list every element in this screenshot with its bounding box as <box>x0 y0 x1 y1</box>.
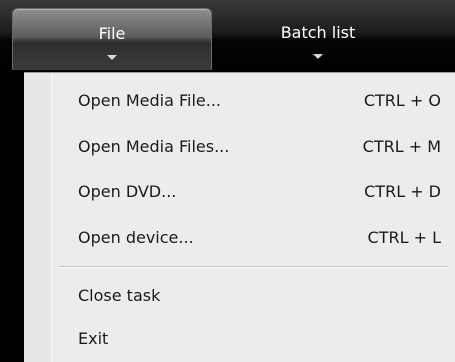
menu-icon-gutter <box>24 73 52 362</box>
menu-tab-bar: File Batch list <box>0 0 455 72</box>
app-window: File Batch list Open Media File... CTRL … <box>0 0 455 362</box>
menu-item-label: Open Media File... <box>78 91 221 110</box>
tab-batch-list[interactable]: Batch list <box>218 8 418 70</box>
background-panel <box>0 72 24 362</box>
menu-item-close-task[interactable]: Close task <box>52 278 449 314</box>
tab-batch-list-label: Batch list <box>280 23 356 42</box>
menu-separator <box>58 266 449 268</box>
menu-item-shortcut: CTRL + D <box>364 182 441 201</box>
menu-item-open-media-file[interactable]: Open Media File... CTRL + O <box>52 83 449 119</box>
menu-item-open-dvd[interactable]: Open DVD... CTRL + D <box>52 174 449 210</box>
menu-item-label: Open DVD... <box>78 182 177 201</box>
menu-item-open-device[interactable]: Open device... CTRL + L <box>52 220 449 256</box>
menu-item-label: Open device... <box>78 228 194 247</box>
menu-item-shortcut: CTRL + O <box>363 91 441 110</box>
chevron-down-icon <box>313 54 323 59</box>
menu-item-label: Close task <box>78 286 161 305</box>
menu-item-open-media-files[interactable]: Open Media Files... CTRL + M <box>52 129 449 165</box>
chevron-down-icon <box>107 55 117 60</box>
menu-item-exit[interactable]: Exit <box>52 321 449 357</box>
tab-file-label: File <box>98 24 126 43</box>
menu-item-shortcut: CTRL + L <box>367 228 441 247</box>
menu-item-shortcut: CTRL + M <box>362 137 441 156</box>
menu-item-label: Open Media Files... <box>78 137 230 156</box>
tab-file[interactable]: File <box>12 8 212 70</box>
menu-item-label: Exit <box>78 329 109 348</box>
file-dropdown-menu: Open Media File... CTRL + O Open Media F… <box>24 72 455 362</box>
